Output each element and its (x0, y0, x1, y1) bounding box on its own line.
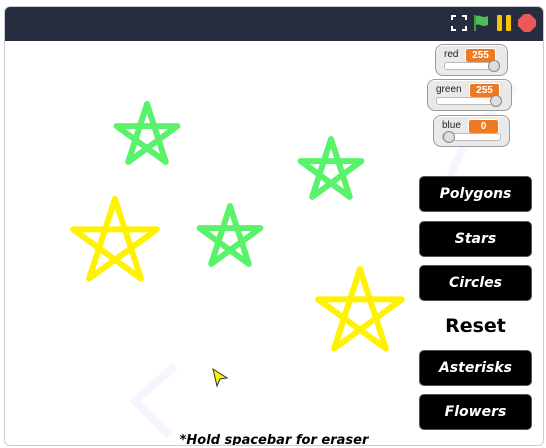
asterisks-button[interactable]: Asterisks (420, 351, 531, 385)
drawn-star (297, 136, 365, 200)
red-slider-monitor: red 255 (435, 44, 508, 76)
polygons-button[interactable]: Polygons (420, 177, 531, 211)
green-flag-icon[interactable] (472, 14, 490, 32)
player-controls-bar (5, 7, 543, 41)
blue-slider-knob[interactable] (443, 131, 455, 143)
stop-icon[interactable] (518, 14, 536, 32)
flowers-button[interactable]: Flowers (420, 395, 531, 429)
blue-slider-monitor: blue 0 (433, 115, 510, 147)
stars-button[interactable]: Stars (420, 222, 531, 256)
project-player: red 255 green 255 blue 0 Polygons Stars … (4, 6, 544, 446)
blue-slider-value: 0 (468, 119, 499, 134)
fullscreen-icon[interactable] (450, 14, 468, 32)
green-slider-track[interactable] (436, 95, 502, 107)
reset-button[interactable]: Reset (420, 309, 531, 343)
mouse-cursor-icon (212, 368, 229, 388)
eraser-hint-text: *Hold spacebar for eraser (179, 433, 369, 445)
drawn-star (113, 101, 181, 165)
pause-icon[interactable] (495, 14, 513, 32)
drawn-star (315, 266, 405, 352)
circles-button[interactable]: Circles (420, 266, 531, 300)
red-slider-label: red (444, 49, 459, 60)
blue-slider-label: blue (442, 120, 461, 131)
green-slider-monitor: green 255 (427, 79, 512, 111)
blue-slider-track[interactable] (442, 131, 501, 143)
red-slider-knob[interactable] (488, 60, 500, 72)
red-slider-track[interactable] (444, 60, 500, 72)
green-slider-label: green (436, 84, 462, 95)
green-slider-knob[interactable] (490, 95, 502, 107)
stage-canvas[interactable]: red 255 green 255 blue 0 Polygons Stars … (5, 41, 543, 445)
drawn-star (70, 196, 160, 282)
drawn-star (196, 203, 264, 267)
